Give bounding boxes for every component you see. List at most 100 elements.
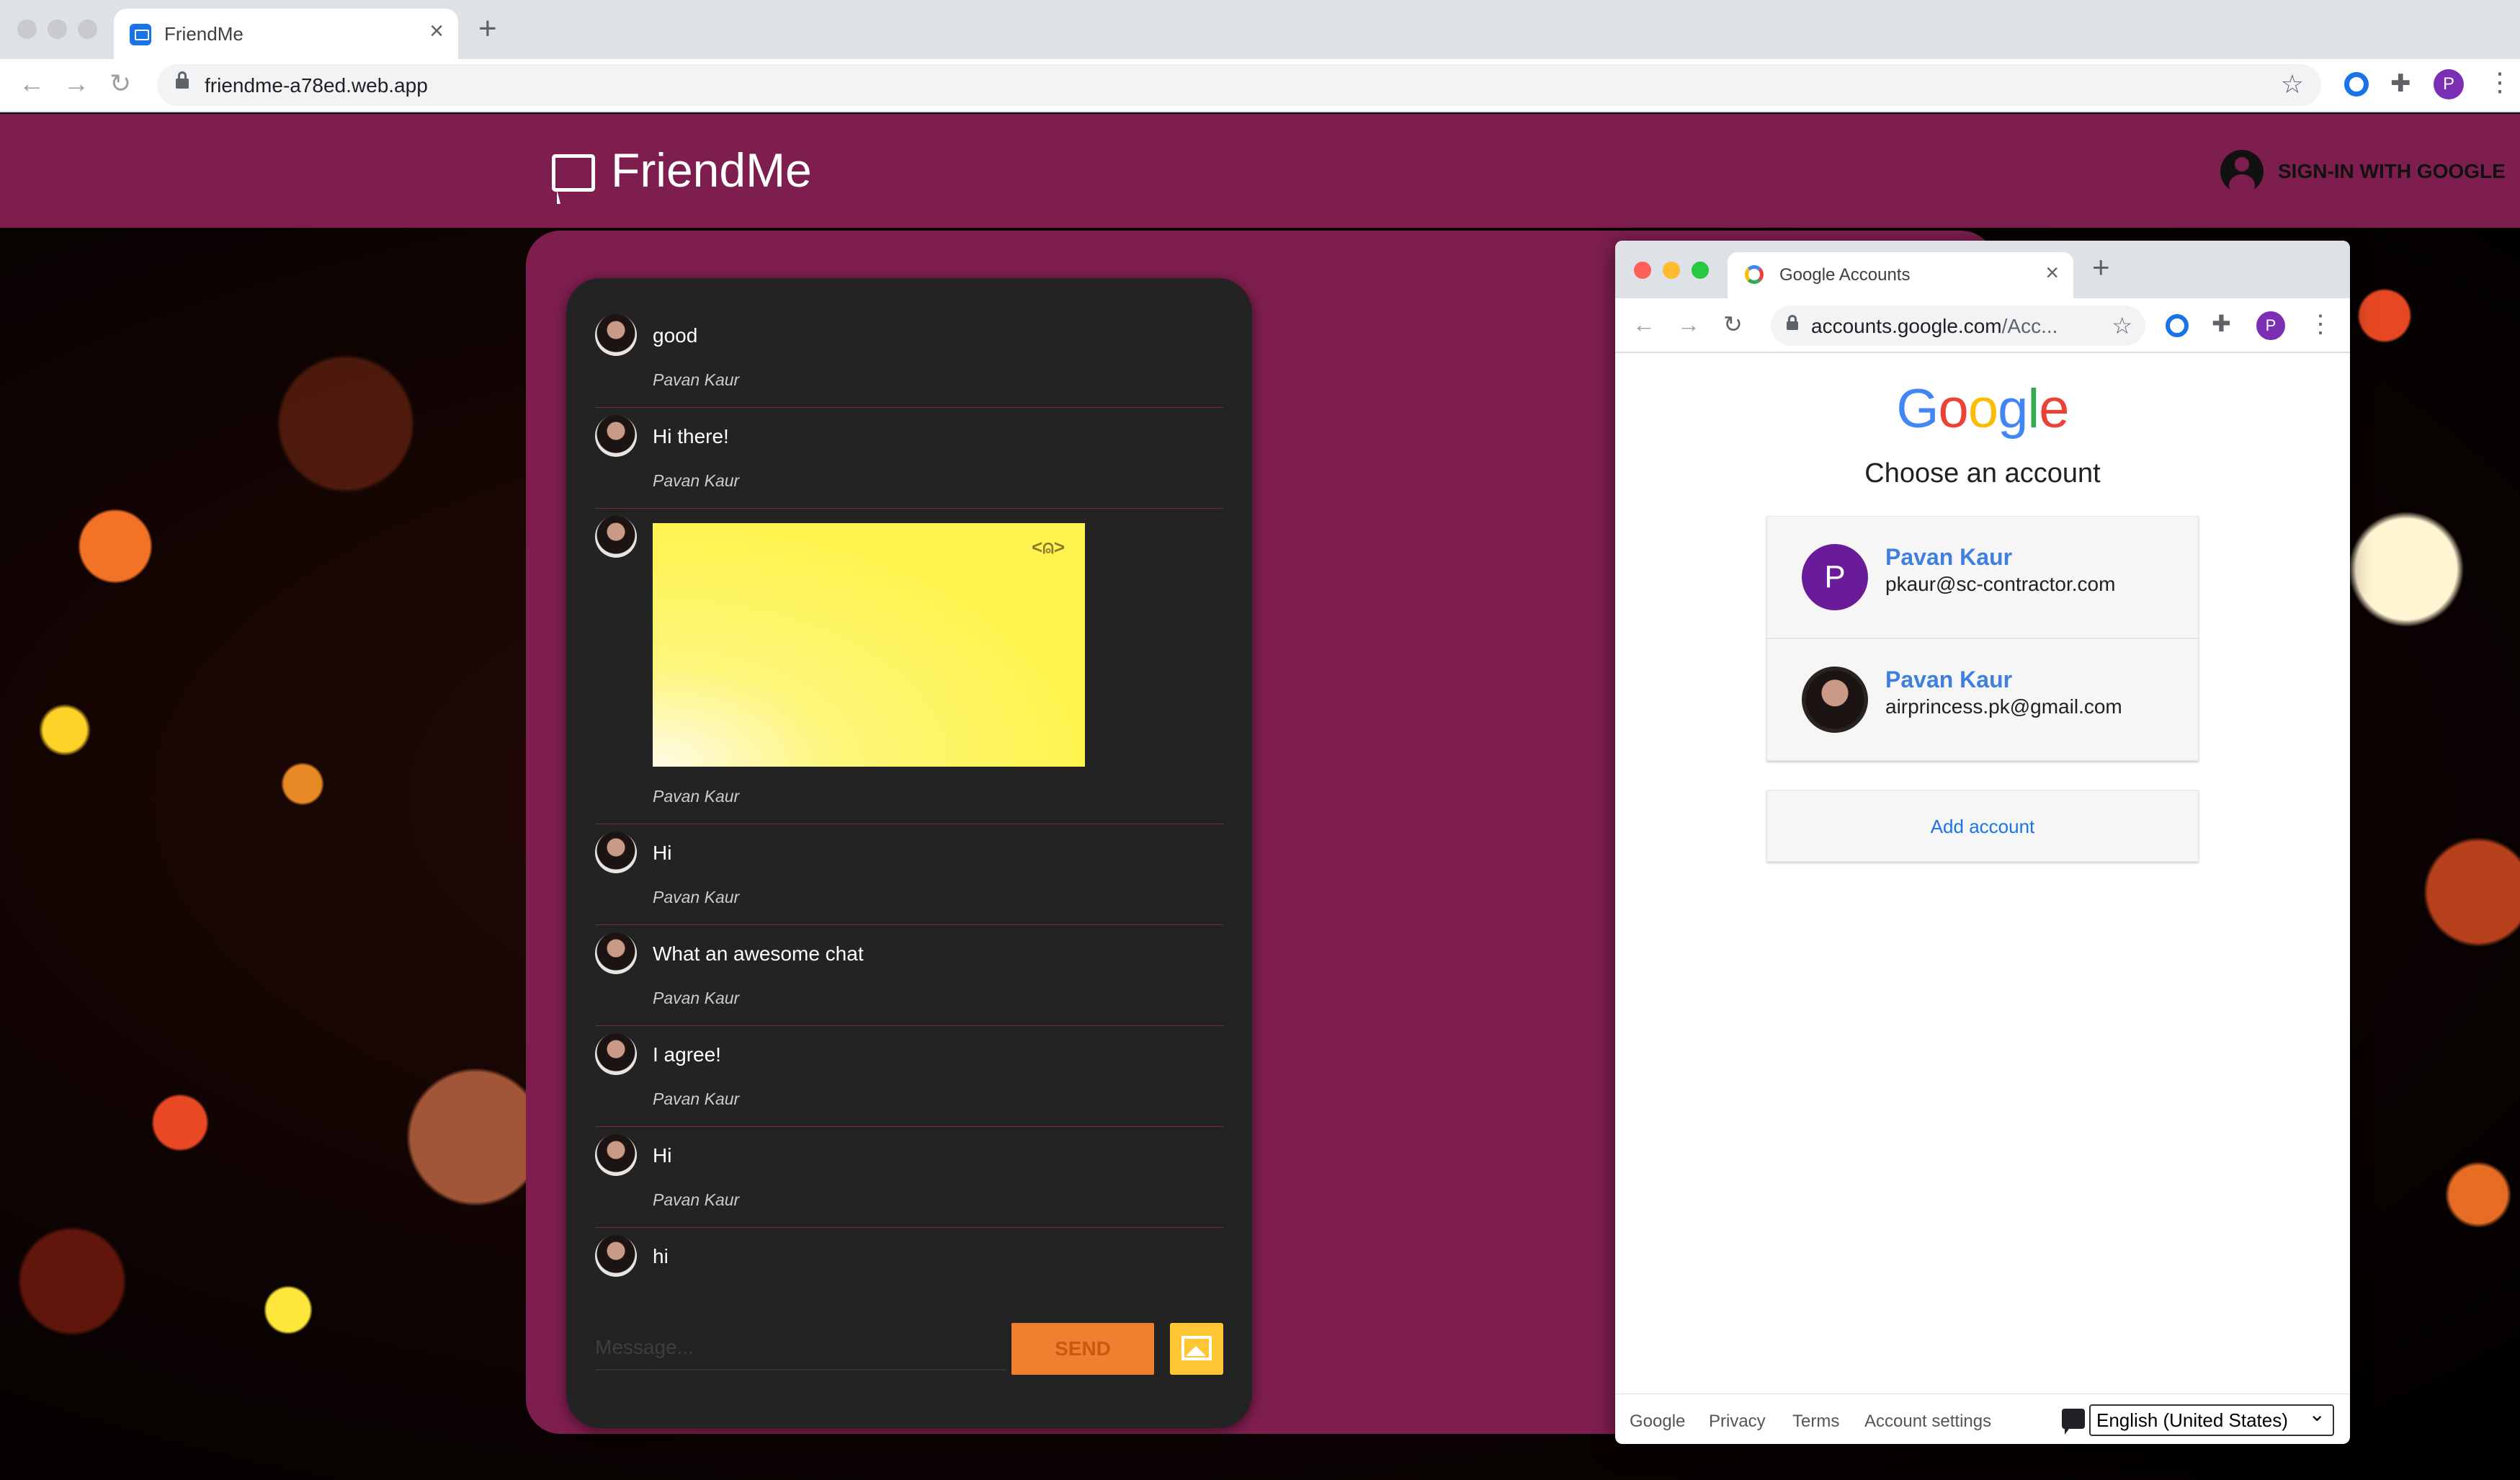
popup-footer: Google Privacy Terms Account settings En… (1615, 1394, 2350, 1444)
window-zoom-light[interactable] (78, 19, 97, 39)
extensions-puzzle-icon[interactable]: ✚ (2390, 69, 2411, 98)
popup-profile-avatar[interactable]: P (2256, 311, 2285, 340)
messages-list[interactable]: good Pavan Kaur Hi there! Pavan Kaur <⍝>… (595, 307, 1223, 1287)
message-author: Pavan Kaur (653, 471, 740, 490)
account-option[interactable]: Pavan Kaur airprincess.pk@gmail.com (1766, 638, 2199, 761)
popup-tab-strip: Google Accounts × + (1615, 241, 2350, 298)
account-circle-icon (2220, 150, 2264, 193)
account-name: Pavan Kaur (1885, 544, 2013, 570)
chat-bubble-icon (552, 154, 595, 204)
image-upload-button[interactable] (1170, 1323, 1223, 1375)
user-avatar (595, 314, 637, 356)
user-avatar (595, 1033, 637, 1075)
footer-link-privacy[interactable]: Privacy (1709, 1412, 1766, 1432)
extension-ring-icon[interactable] (2344, 72, 2369, 97)
message-item: I agree! Pavan Kaur (595, 1026, 1223, 1127)
message-item-image: <⍝> Pavan Kaur (595, 509, 1223, 824)
popup-minimize-light[interactable] (1663, 262, 1680, 279)
message-author: Pavan Kaur (653, 370, 740, 389)
bookmark-star-icon[interactable]: ☆ (2281, 70, 2304, 99)
account-photo-avatar (1802, 667, 1868, 733)
popup-address-bar[interactable]: accounts.google.com/Acc... ☆ (1771, 306, 2145, 346)
popup-extension-ring-icon[interactable] (2166, 314, 2189, 337)
message-text: hi (653, 1245, 669, 1267)
send-button[interactable]: SEND (1011, 1323, 1154, 1375)
popup-tab-close-icon[interactable]: × (2045, 261, 2059, 284)
message-author: Pavan Kaur (653, 1089, 740, 1108)
popup-menu-icon[interactable]: ⋮ (2308, 308, 2333, 340)
message-text: I agree! (653, 1043, 721, 1066)
message-text: Hi (653, 842, 672, 864)
account-option[interactable]: P Pavan Kaur pkaur@sc-contractor.com (1766, 516, 2199, 638)
popup-zoom-light[interactable] (1692, 262, 1709, 279)
browser-menu-icon[interactable]: ⋮ (2487, 66, 2513, 98)
chat-favicon-icon (130, 24, 151, 45)
popup-forward-icon[interactable]: → (1677, 310, 1700, 339)
address-url[interactable]: friendme-a78ed.web.app (205, 74, 428, 97)
google-logo-letter: G (1896, 378, 1939, 440)
google-logo-letter: e (2039, 378, 2069, 440)
google-logo-letter: o (1967, 378, 1998, 440)
popup-back-icon[interactable]: ← (1632, 310, 1656, 339)
footer-link-account-settings[interactable]: Account settings (1864, 1412, 1991, 1432)
popup-toolbar: ← → ↻ accounts.google.com/Acc... ☆ ✚ P ⋮ (1615, 298, 2350, 353)
google-favicon-icon (1745, 265, 1764, 284)
popup-url[interactable]: accounts.google.com/Acc... (1811, 315, 2078, 338)
account-initial-avatar: P (1802, 544, 1868, 610)
popup-tab-google-accounts[interactable]: Google Accounts × (1728, 252, 2073, 298)
user-avatar (595, 1134, 637, 1176)
popup-url-path: /Acc... (2001, 315, 2058, 337)
google-logo: Google (1615, 378, 2350, 440)
browser-tab-friendme[interactable]: FriendMe × (114, 9, 458, 59)
add-account-button[interactable]: Add account (1766, 790, 2199, 862)
footer-link-terms[interactable]: Terms (1792, 1412, 1839, 1432)
popup-url-host: accounts.google.com (1811, 315, 2002, 337)
message-item: hi (595, 1228, 1223, 1287)
app-header: FriendMe SIGN-IN WITH GOOGLE (0, 114, 2520, 228)
message-image[interactable]: <⍝> (653, 523, 1085, 767)
window-close-light[interactable] (17, 19, 37, 39)
snap-glyph: <⍝> (1032, 536, 1065, 558)
popup-reload-icon[interactable]: ↻ (1723, 310, 1743, 339)
app-title: FriendMe (611, 143, 812, 197)
account-name: Pavan Kaur (1885, 667, 2013, 692)
popup-extensions-puzzle-icon[interactable]: ✚ (2212, 310, 2231, 337)
message-author: Pavan Kaur (653, 989, 740, 1007)
popup-new-tab-icon[interactable]: + (2092, 252, 2110, 282)
message-author: Pavan Kaur (653, 1190, 740, 1209)
message-author: Pavan Kaur (653, 787, 740, 806)
forward-icon[interactable]: → (63, 69, 89, 98)
back-icon[interactable]: ← (19, 69, 45, 98)
account-email: pkaur@sc-contractor.com (1885, 573, 2116, 595)
message-item: good Pavan Kaur (595, 307, 1223, 408)
user-avatar (595, 832, 637, 873)
google-logo-letter: o (1938, 378, 1969, 440)
popup-lock-icon (1787, 315, 1798, 330)
new-tab-icon[interactable]: + (478, 13, 497, 45)
message-text: good (653, 324, 698, 347)
google-accounts-popup: Google Accounts × + ← → ↻ accounts.googl… (1615, 241, 2350, 1444)
lock-icon (176, 71, 189, 89)
user-avatar (595, 932, 637, 974)
message-item: Hi Pavan Kaur (595, 1127, 1223, 1228)
message-composer: SEND (595, 1319, 1223, 1379)
message-item: Hi Pavan Kaur (595, 824, 1223, 925)
message-author: Pavan Kaur (653, 888, 740, 906)
language-select[interactable]: English (United States) (2089, 1400, 2334, 1436)
footer-link-google[interactable]: Google (1630, 1412, 1685, 1432)
profile-avatar[interactable]: P (2434, 69, 2464, 99)
window-minimize-light[interactable] (48, 19, 67, 39)
message-text: Hi there! (653, 425, 729, 447)
tab-close-icon[interactable]: × (429, 19, 444, 43)
user-avatar (595, 1235, 637, 1277)
reload-icon[interactable]: ↻ (110, 69, 131, 98)
message-input[interactable] (595, 1326, 1006, 1370)
google-logo-letter: g (1998, 378, 2028, 440)
browser-toolbar: ← → ↻ friendme-a78ed.web.app ☆ (0, 59, 2520, 112)
address-bar[interactable]: friendme-a78ed.web.app ☆ (157, 64, 2321, 106)
sign-in-label: SIGN-IN WITH GOOGLE (2278, 160, 2506, 182)
tab-title: FriendMe (164, 23, 243, 45)
chat-card: good Pavan Kaur Hi there! Pavan Kaur <⍝>… (566, 278, 1252, 1428)
popup-bookmark-star-icon[interactable]: ☆ (2112, 311, 2132, 340)
popup-close-light[interactable] (1634, 262, 1651, 279)
